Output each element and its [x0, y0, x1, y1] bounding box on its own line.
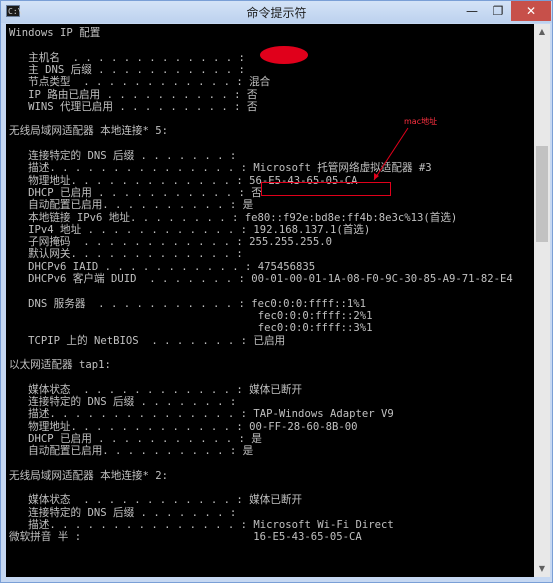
title-bar[interactable]: C:\ 命令提示符 — ❐ ✕ — [1, 1, 552, 23]
annotation-arrow-icon — [373, 127, 409, 181]
minimize-button[interactable]: — — [459, 1, 485, 21]
cmd-window: C:\ 命令提示符 — ❐ ✕ Windows IP 配置 主机名 . . . … — [0, 0, 553, 583]
close-button[interactable]: ✕ — [511, 1, 551, 21]
scroll-thumb[interactable] — [536, 146, 548, 242]
scroll-down-icon[interactable]: ▼ — [534, 561, 550, 577]
maximize-button[interactable]: ❐ — [485, 1, 511, 21]
scroll-up-icon[interactable]: ▲ — [534, 24, 550, 40]
console-output[interactable]: Windows IP 配置 主机名 . . . . . . . . . . . … — [6, 24, 534, 577]
vertical-scrollbar[interactable]: ▲ ▼ — [534, 24, 550, 577]
